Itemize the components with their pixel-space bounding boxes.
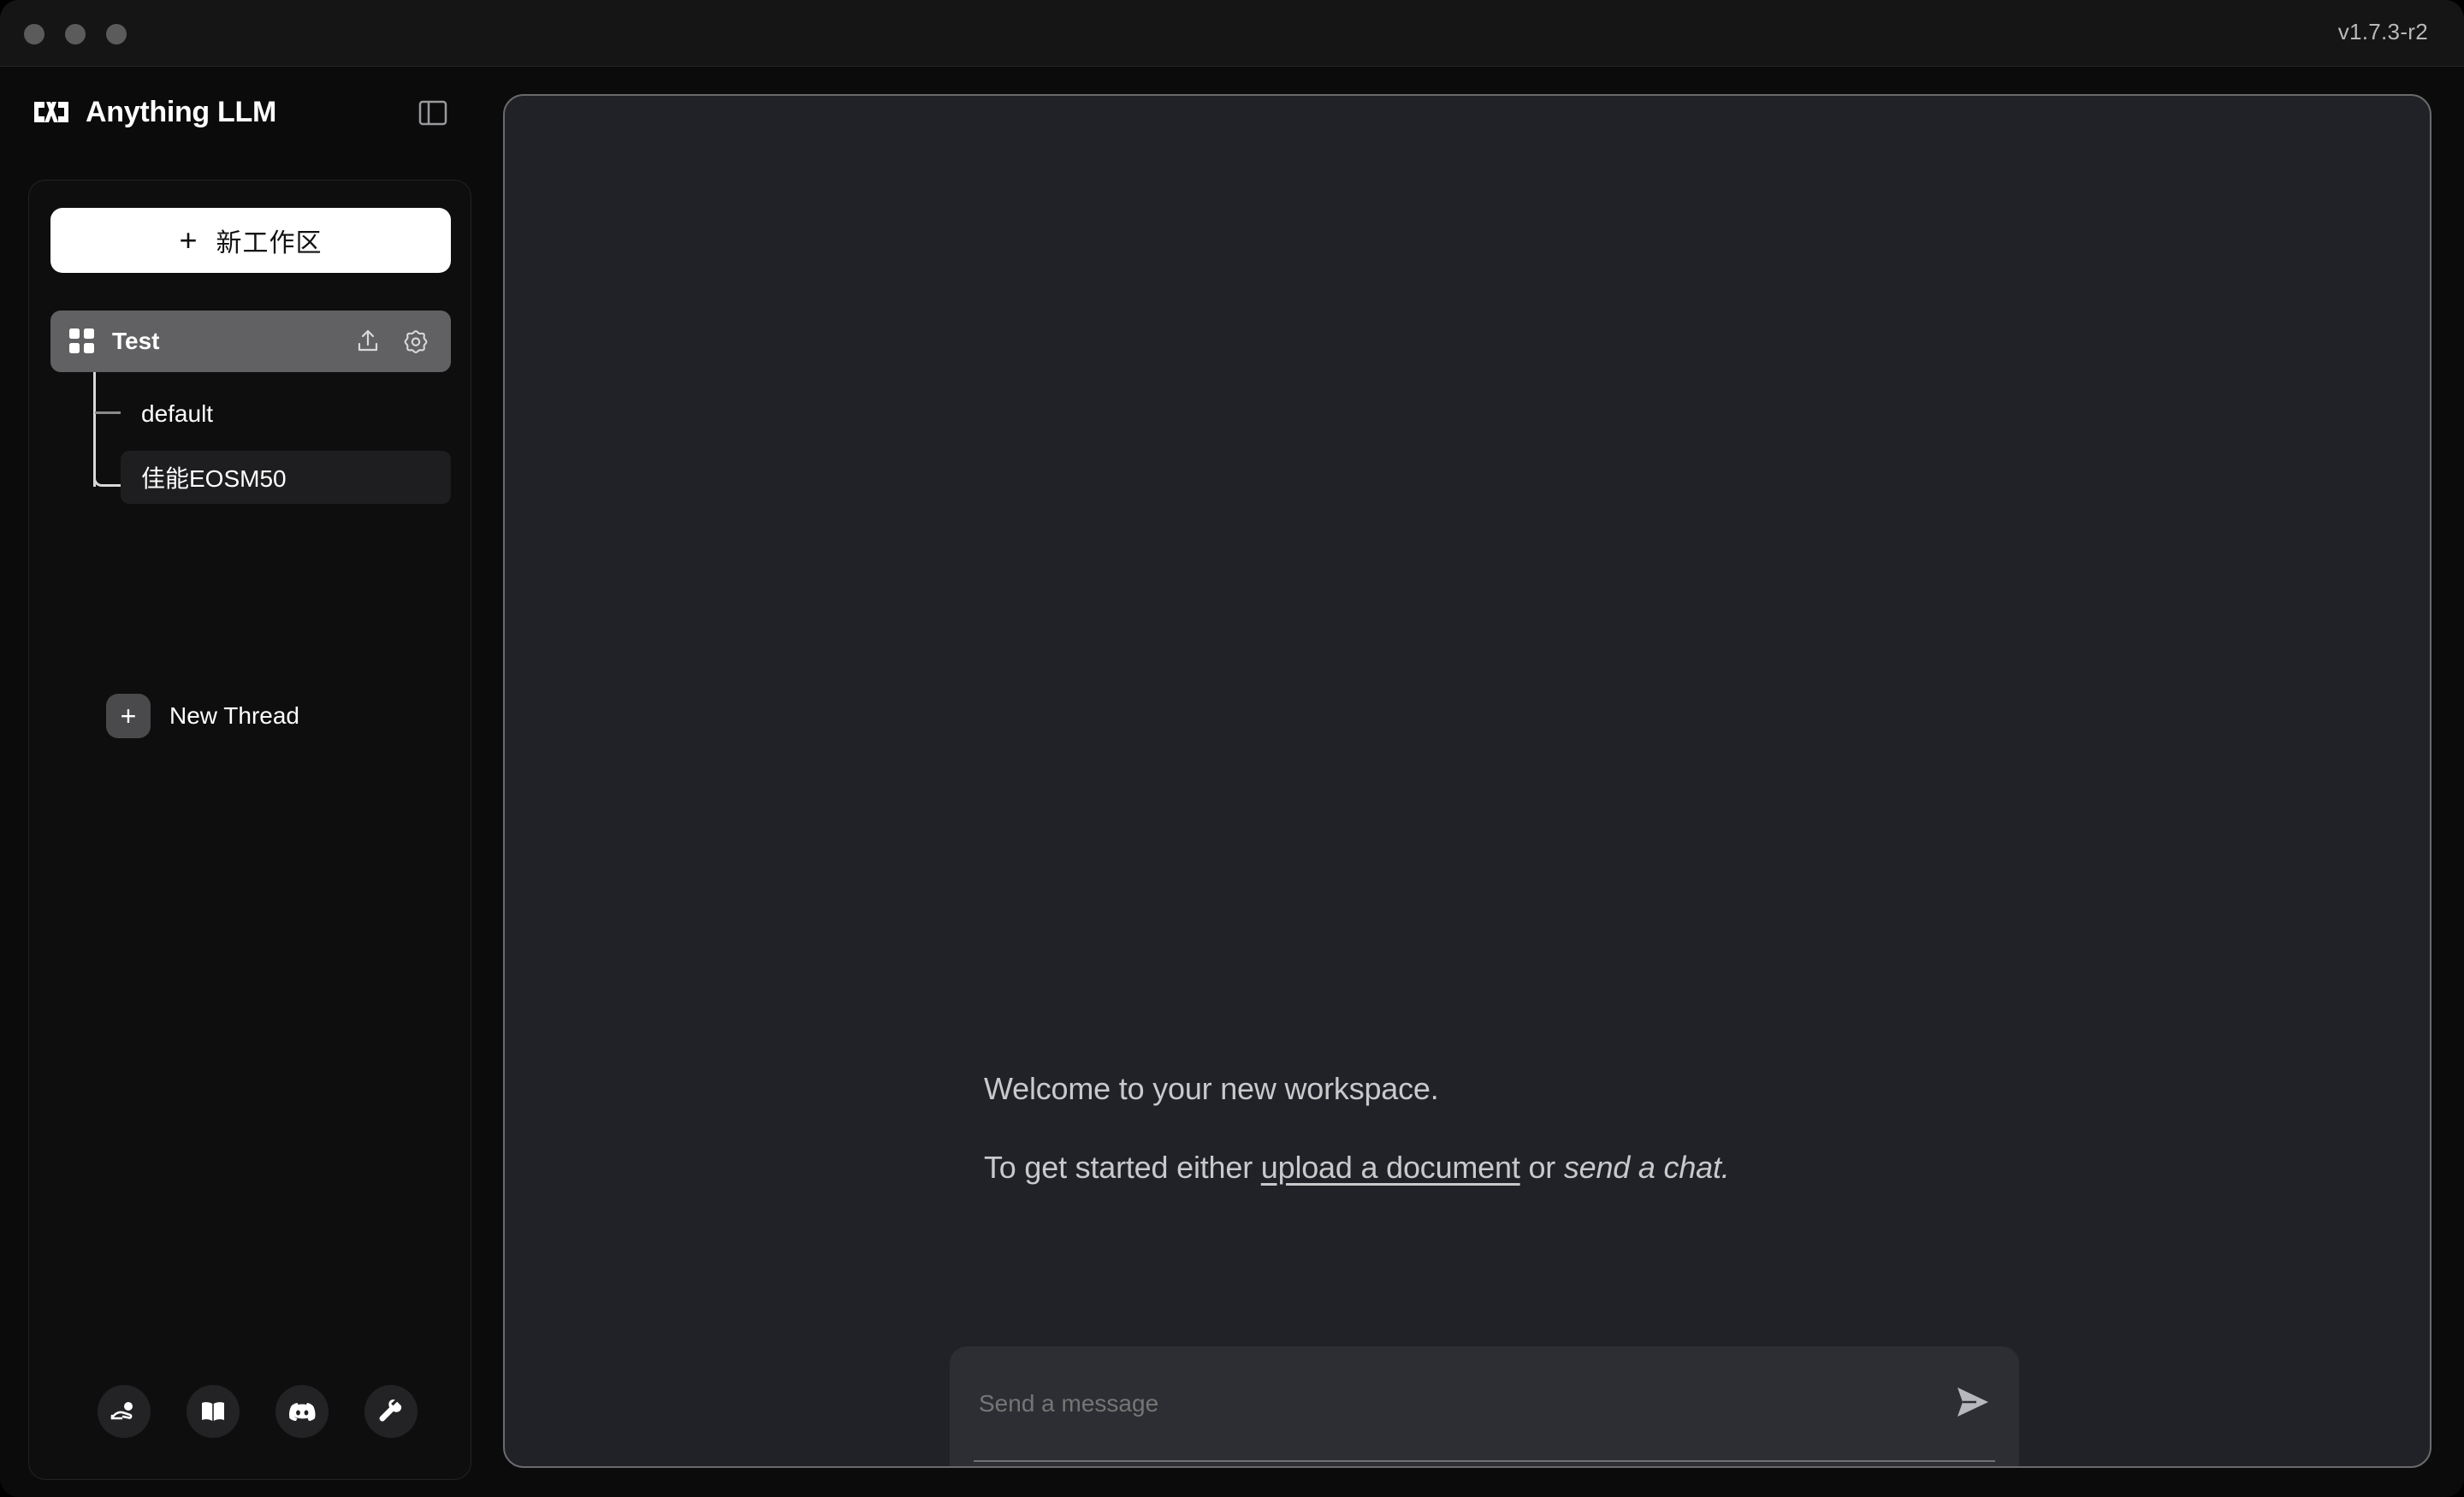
grid-icon <box>50 328 95 354</box>
workspace-actions <box>353 327 430 356</box>
thread-label: default <box>141 400 213 428</box>
main-panel: Welcome to your new workspace. To get st… <box>503 94 2431 1468</box>
anythingllm-logo-icon <box>33 99 70 125</box>
welcome-block: Welcome to your new workspace. To get st… <box>984 1071 2011 1186</box>
close-button[interactable] <box>24 24 44 44</box>
app-header: Anything LLM <box>0 67 472 157</box>
chat-toolbar <box>950 1462 2019 1468</box>
thread-label: 佳能EOSM50 <box>141 460 287 494</box>
thread-item-selected[interactable]: 佳能EOSM50 <box>121 451 451 504</box>
welcome-prefix: To get started either <box>984 1150 1261 1185</box>
chat-input-row <box>950 1346 2019 1460</box>
welcome-subtitle: To get started either upload a document … <box>984 1150 2011 1186</box>
upload-a-document-link[interactable]: upload a document <box>1261 1150 1520 1185</box>
new-thread-button[interactable]: + New Thread <box>106 694 299 738</box>
maximize-button[interactable] <box>106 24 127 44</box>
upload-icon[interactable] <box>353 327 382 356</box>
discord-icon[interactable] <box>275 1385 329 1438</box>
brand: Anything LLM <box>33 96 276 129</box>
sidebar: + 新工作区 Test <box>28 180 471 1480</box>
new-thread-label: New Thread <box>169 702 299 730</box>
app-title: Anything LLM <box>86 96 276 129</box>
title-bar: v1.7.3-r2 <box>0 0 2464 67</box>
wrench-icon[interactable] <box>364 1385 418 1438</box>
tree-branch <box>95 411 121 414</box>
new-workspace-label: 新工作区 <box>216 222 323 259</box>
sidebar-footer <box>98 1385 418 1438</box>
version-label: v1.7.3-r2 <box>2338 19 2428 45</box>
support-hand-icon[interactable] <box>98 1385 151 1438</box>
sidebar-toggle-icon[interactable] <box>414 94 452 132</box>
chat-input[interactable] <box>979 1390 1903 1417</box>
app-window: v1.7.3-r2 Anything LLM + 新工作 <box>0 0 2464 1497</box>
minimize-button[interactable] <box>65 24 86 44</box>
chat-input-box <box>950 1346 2019 1468</box>
gear-icon[interactable] <box>401 327 430 356</box>
plus-icon: + <box>179 225 197 256</box>
welcome-title: Welcome to your new workspace. <box>984 1071 2011 1107</box>
workspace-name: Test <box>112 328 160 355</box>
tree-corner <box>93 464 121 487</box>
send-icon[interactable] <box>1949 1379 1995 1425</box>
window-controls <box>24 24 127 44</box>
thread-item-default[interactable]: default <box>121 388 451 441</box>
new-workspace-button[interactable]: + 新工作区 <box>50 208 451 273</box>
workspace-item-test[interactable]: Test <box>50 311 451 372</box>
plus-icon: + <box>106 694 151 738</box>
book-icon[interactable] <box>187 1385 240 1438</box>
send-a-chat-text: send a chat. <box>1564 1150 1730 1185</box>
welcome-middle: or <box>1520 1150 1564 1185</box>
